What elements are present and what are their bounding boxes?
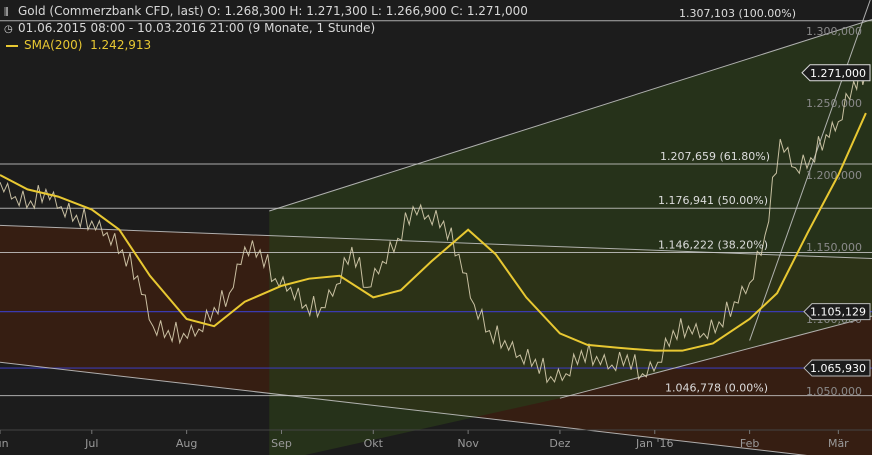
y-tick-label: 1.200,000 <box>806 169 862 182</box>
fib-level-label: 1.207,659 (61.80%) <box>660 150 770 163</box>
x-tick-label: Feb <box>740 437 759 450</box>
fib-level-label: 1.046,778 (0.00%) <box>665 382 768 395</box>
chart-title: Gold (Commerzbank CFD, last) O: 1.268,30… <box>18 4 528 18</box>
sma-legend: SMA(200) 1.242,913 <box>4 38 151 52</box>
chart-range-line: ◷ 01.06.2015 08:00 - 10.03.2016 21:00 (9 … <box>4 21 375 35</box>
level-price-label: 1.105,129 <box>810 306 866 319</box>
level-price-label: 1.065,930 <box>810 362 866 375</box>
x-tick-label: Aug <box>176 437 197 450</box>
fib-level-label: 1.307,103 (100.00%) <box>679 7 796 20</box>
x-tick-label: Jan '16 <box>635 437 673 450</box>
clock-icon: ◷ <box>4 24 13 35</box>
chart-canvas: 1.050,0001.100,0001.150,0001.200,0001.25… <box>0 0 872 455</box>
bars-icon: ⫼ <box>4 7 9 18</box>
x-tick-label: Sep <box>271 437 292 450</box>
sma-label: SMA(200) <box>24 38 83 52</box>
x-tick-label: Jun <box>0 437 9 450</box>
chart-range: 01.06.2015 08:00 - 10.03.2016 21:00 (9 M… <box>18 21 376 35</box>
x-tick-label: Dez <box>549 437 570 450</box>
fib-level-label: 1.146,222 (38.20%) <box>658 238 768 251</box>
sma-value: 1.242,913 <box>90 38 152 52</box>
fib-level-label: 1.176,941 (50.00%) <box>658 194 768 207</box>
y-tick-label: 1.300,000 <box>806 25 862 38</box>
x-tick-label: Nov <box>457 437 479 450</box>
x-tick-label: Mär <box>828 437 849 450</box>
y-tick-label: 1.250,000 <box>806 97 862 110</box>
last-price-label: 1.271,000 <box>810 67 866 80</box>
chart-title-line: ⫼ Gold (Commerzbank CFD, last) O: 1.268,3… <box>4 4 528 18</box>
sma-swatch <box>6 44 18 47</box>
y-tick-label: 1.050,000 <box>806 385 862 398</box>
x-tick-label: Jul <box>84 437 98 450</box>
y-tick-label: 1.150,000 <box>806 241 862 254</box>
x-tick-label: Okt <box>364 437 384 450</box>
